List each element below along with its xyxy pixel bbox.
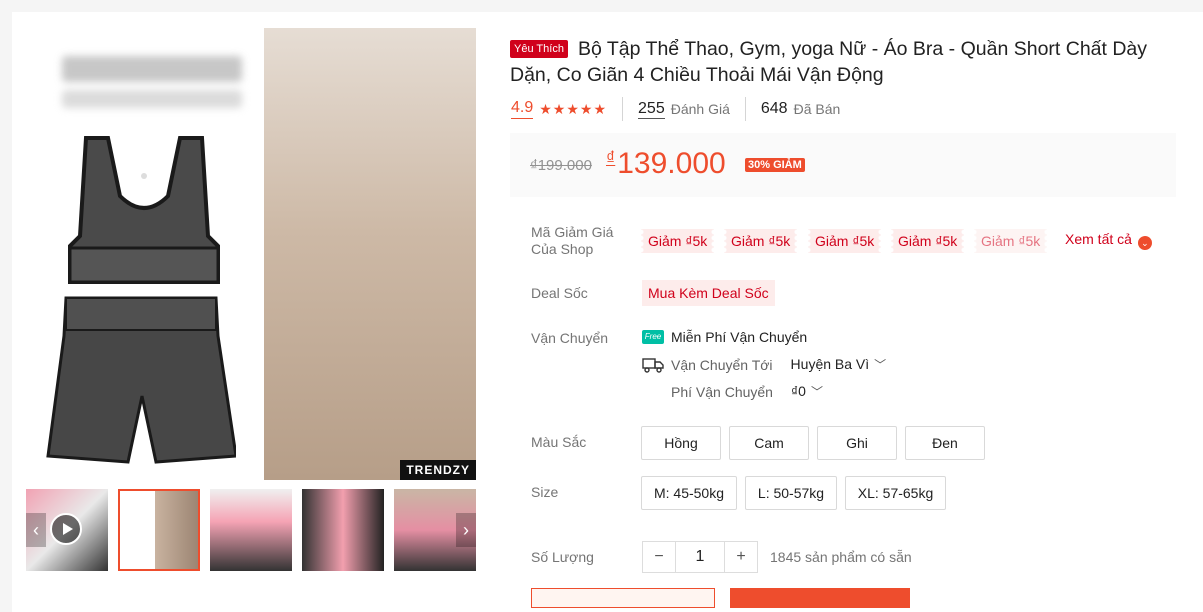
quantity-input[interactable]: 1 [675,542,725,572]
chevron-down-icon: ﹀ [874,358,887,372]
ship-to-label: Vận Chuyển Tới [671,356,773,373]
ship-fee-label: Phí Vận Chuyển [671,383,773,400]
rating-value[interactable]: 4.9 [511,99,534,119]
voucher-label: Mã Giảm Giá Của Shop [531,224,614,257]
discount-badge: 30% GIẢM [745,158,805,172]
voucher-chip[interactable]: Giảm ₫5k [974,229,1048,253]
voucher-chip[interactable]: Giảm ₫5k [641,229,715,253]
truck-icon [642,357,664,373]
ship-to-value: Huyện Ba Vì [790,356,870,372]
add-to-cart-button[interactable] [531,588,715,608]
chevron-right-icon[interactable]: › [456,513,476,547]
brand-watermark: TRENDZY [400,460,476,480]
quantity-label: Số Lượng [531,549,594,565]
ship-fee-dropdown[interactable]: ₫0 ﹀ [791,383,823,400]
ship-fee-row: Phí Vận Chuyển ₫0 ﹀ [671,383,823,400]
voucher-chip[interactable]: Giảm ₫5k [724,229,798,253]
voucher-chip[interactable]: Giảm ₫5k [891,229,965,253]
sale-price: ₫139.000 [606,147,726,181]
voucher-chip[interactable]: Giảm ₫5k [808,229,882,253]
currency-symbol: ₫ [606,148,616,168]
ship-to-dropdown[interactable]: Huyện Ba Vì ﹀ [791,356,887,373]
model-photo: TRENDZY [264,28,476,480]
star-rating-icon: ★★★★★ [539,100,608,117]
sports-bra-image [68,136,220,284]
shipping-label: Vận Chuyển [531,330,609,346]
size-label: Size [531,484,559,500]
price-panel: ₫199.000 ₫139.000 30% GIẢM [510,133,1176,197]
product-stats: 4.9 ★★★★★ 255 Đánh Giá 648 Đã Bán [511,97,841,121]
product-title-text: Bộ Tập Thể Thao, Gym, yoga Nữ - Áo Bra -… [510,38,1148,86]
ship-to-row: Vận Chuyển Tới Huyện Ba Vì ﹀ [642,356,886,373]
color-option-cam[interactable]: Cam [729,426,809,460]
divider [622,97,624,121]
thumbnail-image[interactable] [210,489,292,571]
product-title: Yêu Thích Bộ Tập Thể Thao, Gym, yoga Nữ -… [510,36,1190,88]
divider [744,97,746,121]
size-option-m[interactable]: M: 45-50kg [641,476,737,510]
thumbnail-image[interactable] [302,489,384,571]
reviews-label: Đánh Giá [670,101,730,117]
stock-available: 1845 sản phẩm có sẵn [770,549,912,565]
shorts-image [46,296,236,464]
product-flatlay [24,28,264,480]
quantity-stepper: − 1 + [642,541,758,573]
decrease-quantity-button[interactable]: − [643,542,675,572]
sold-count: 648 [760,100,788,117]
free-shipping-row: Free Miễn Phí Vận Chuyển [642,329,807,345]
blurred-shop-address [62,90,242,108]
color-option-hong[interactable]: Hồng [641,426,721,460]
see-all-label: Xem tất cả [1065,231,1132,247]
free-shipping-icon: Free [642,330,664,344]
chevron-down-icon: ⌄ [1137,236,1152,250]
thumbnail-strip: ‹ › [26,489,476,571]
play-icon[interactable] [50,513,82,545]
free-shipping-text: Miễn Phí Vận Chuyển [671,329,808,345]
deal-chip[interactable]: Mua Kèm Deal Sốc [642,280,775,306]
color-option-ghi[interactable]: Ghi [817,426,897,460]
blurred-shop-logo [62,56,242,82]
main-product-image[interactable]: TRENDZY [24,28,476,480]
size-option-xl[interactable]: XL: 57-65kg [845,476,946,510]
deal-label: Deal Sốc [531,285,588,301]
ship-fee-value: ₫0 [790,383,806,399]
original-price: ₫199.000 [530,157,592,174]
see-all-vouchers-link[interactable]: Xem tất cả ⌄ [1065,231,1152,250]
chevron-down-icon: ﹀ [810,385,823,399]
favorite-badge: Yêu Thích [510,40,568,58]
product-card: TRENDZY ‹ › Yêu Thích Bộ Tập Thể Thao, Gy… [12,12,1203,612]
color-label: Màu Sắc [531,434,587,450]
chevron-left-icon[interactable]: ‹ [26,513,46,547]
color-option-den[interactable]: Đen [905,426,985,460]
buy-now-button[interactable] [730,588,910,608]
sale-price-value: 139.000 [617,147,726,180]
sold-label: Đã Bán [793,101,841,117]
reviews-count[interactable]: 255 [638,100,665,119]
increase-quantity-button[interactable]: + [725,542,757,572]
thumbnail-image[interactable] [118,489,200,571]
size-option-l[interactable]: L: 50-57kg [745,476,837,510]
